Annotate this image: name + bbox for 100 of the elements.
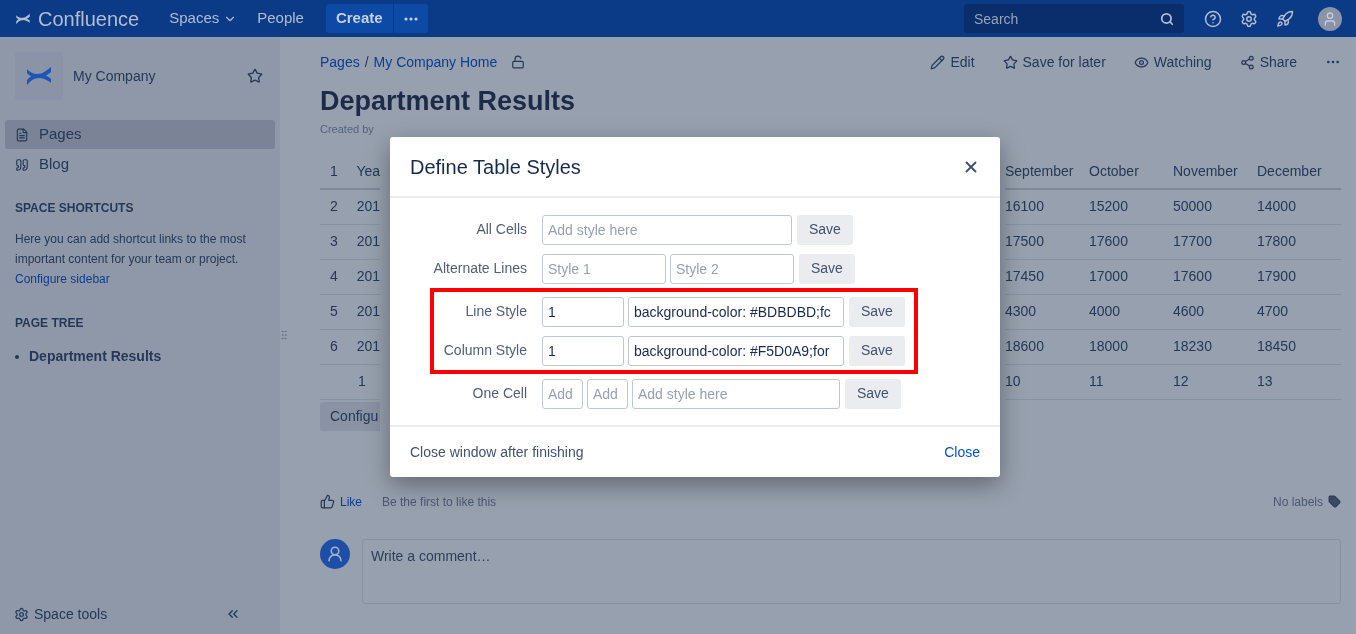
table-cell: 11 <box>1089 373 1104 389</box>
more-icon <box>403 16 418 21</box>
table-cell: 50000 <box>1173 198 1212 214</box>
style-input[interactable]: 1 <box>542 335 624 366</box>
search-icon <box>1160 12 1174 26</box>
table-cell: 4700 <box>1257 303 1289 319</box>
table-cell: 4300 <box>1005 303 1037 319</box>
avatar[interactable] <box>1318 6 1342 31</box>
table-cell: 17000 <box>1089 268 1128 284</box>
table-cell-text: 201 <box>356 267 380 286</box>
table-cell-text: 201 <box>356 337 380 356</box>
page-action[interactable]: Watching <box>1133 51 1212 73</box>
page-action[interactable]: Save for later <box>1002 51 1106 73</box>
style-input[interactable]: Add <box>542 378 583 409</box>
eye-icon <box>1133 54 1149 70</box>
field-label: Line Style <box>464 302 528 321</box>
field-label: All Cells <box>475 220 528 239</box>
star-icon[interactable] <box>247 68 263 84</box>
style-input[interactable]: Style 1 <box>542 253 666 284</box>
row-number: 6 <box>329 337 339 356</box>
column-header: Yea <box>356 162 380 181</box>
save-button[interactable]: Save <box>849 335 905 366</box>
app-name[interactable]: Confluence <box>38 3 140 34</box>
like-link[interactable]: Like <box>340 492 362 511</box>
table-cell: 17600 <box>1089 233 1128 249</box>
row-number: 1 <box>329 162 339 181</box>
save-button[interactable]: Save <box>797 214 853 245</box>
tree-item[interactable]: Department Results <box>29 346 162 367</box>
table-cell: 17800 <box>1257 233 1296 249</box>
rocket-icon[interactable] <box>1276 9 1294 28</box>
nav-link[interactable]: People <box>247 7 314 30</box>
row-number: 2 <box>329 197 339 216</box>
table-cell-text: 201 <box>356 302 380 321</box>
nav-link[interactable]: Spaces <box>159 7 248 30</box>
column-header: November <box>1173 162 1239 181</box>
shortcuts-text: Here you can add shortcut links to the most important content for your team or project. <box>14 231 247 268</box>
like-icon[interactable] <box>320 494 335 509</box>
sidebar-item[interactable]: Blog <box>5 150 275 179</box>
breadcrumb-link[interactable]: My Company Home <box>373 51 498 73</box>
search-field[interactable]: Search <box>964 4 1184 33</box>
user-avatar <box>320 538 350 569</box>
section-heading: SPACE SHORTCUTS <box>14 200 135 217</box>
dialog-title: Define Table Styles <box>410 154 581 180</box>
share-icon <box>1239 54 1255 70</box>
page-action[interactable]: Edit <box>930 51 975 73</box>
resize-handle-icon[interactable] <box>278 327 290 343</box>
star-icon <box>1002 54 1018 70</box>
sidebar-item[interactable]: Pages <box>5 120 275 149</box>
quote-icon <box>15 157 29 172</box>
unlock-icon[interactable] <box>511 55 526 69</box>
style-input[interactable]: Add style here <box>632 378 840 409</box>
row-number: 5 <box>329 302 339 321</box>
close-link[interactable]: Close <box>944 441 980 463</box>
table-cell-text: 201 <box>356 197 380 216</box>
table-cell: 18600 <box>1005 338 1044 354</box>
table-cell: 4600 <box>1173 303 1205 319</box>
footer-note: Close window after finishing <box>410 442 584 462</box>
style-input[interactable]: background-color: #BDBDBD;fc <box>628 296 844 327</box>
field-label: Column Style <box>442 341 528 360</box>
space-name[interactable]: My Company <box>73 65 247 87</box>
tag-icon <box>1328 495 1341 508</box>
field-label: One Cell <box>471 384 528 403</box>
style-input[interactable]: 1 <box>542 296 624 327</box>
style-input[interactable]: background-color: #F5D0A9;for <box>628 335 844 366</box>
bullet-icon <box>15 354 19 359</box>
space-tools-button[interactable]: Space tools <box>34 603 225 625</box>
table-cell: 18000 <box>1089 338 1128 354</box>
page-icon <box>15 127 29 142</box>
breadcrumb-link[interactable]: Pages <box>320 51 360 73</box>
byline: Created by <box>320 122 375 137</box>
table-cell: 18230 <box>1173 338 1212 354</box>
configure-link[interactable]: Configure sidebar <box>5 269 120 289</box>
table-cell: 17450 <box>1005 268 1044 284</box>
column-header: October <box>1089 162 1140 181</box>
settings-icon[interactable] <box>1240 9 1258 28</box>
like-note: Be the first to like this <box>382 493 497 511</box>
style-input[interactable]: Style 2 <box>670 253 794 284</box>
table-cell: 14000 <box>1257 198 1296 214</box>
table-cell-text: 201 <box>356 232 380 251</box>
table-cell: 17900 <box>1257 268 1296 284</box>
configure-button[interactable]: Configu <box>320 401 380 431</box>
save-button[interactable]: Save <box>849 296 905 327</box>
save-button[interactable]: Save <box>799 253 855 284</box>
row-number: 3 <box>329 232 339 251</box>
table-cell: 13 <box>1257 373 1273 389</box>
style-input[interactable]: Add <box>587 378 628 409</box>
comment-field[interactable]: Write a comment… <box>362 538 1341 604</box>
help-icon[interactable] <box>1204 9 1222 28</box>
table-cell: 15200 <box>1089 198 1128 214</box>
style-input[interactable]: Add style here <box>542 214 792 245</box>
table-cell: 17500 <box>1005 233 1044 249</box>
column-header: September <box>1005 162 1075 181</box>
table-cell: 12 <box>1173 373 1189 389</box>
table-cell: 18450 <box>1257 338 1296 354</box>
page-action[interactable]: Share <box>1239 51 1297 73</box>
save-button[interactable]: Save <box>845 378 901 409</box>
table-cell: 17700 <box>1173 233 1212 249</box>
table-cell: 10 <box>1005 373 1021 389</box>
table-cell-text: 1 <box>358 372 366 391</box>
field-label: Alternate Lines <box>432 259 528 278</box>
